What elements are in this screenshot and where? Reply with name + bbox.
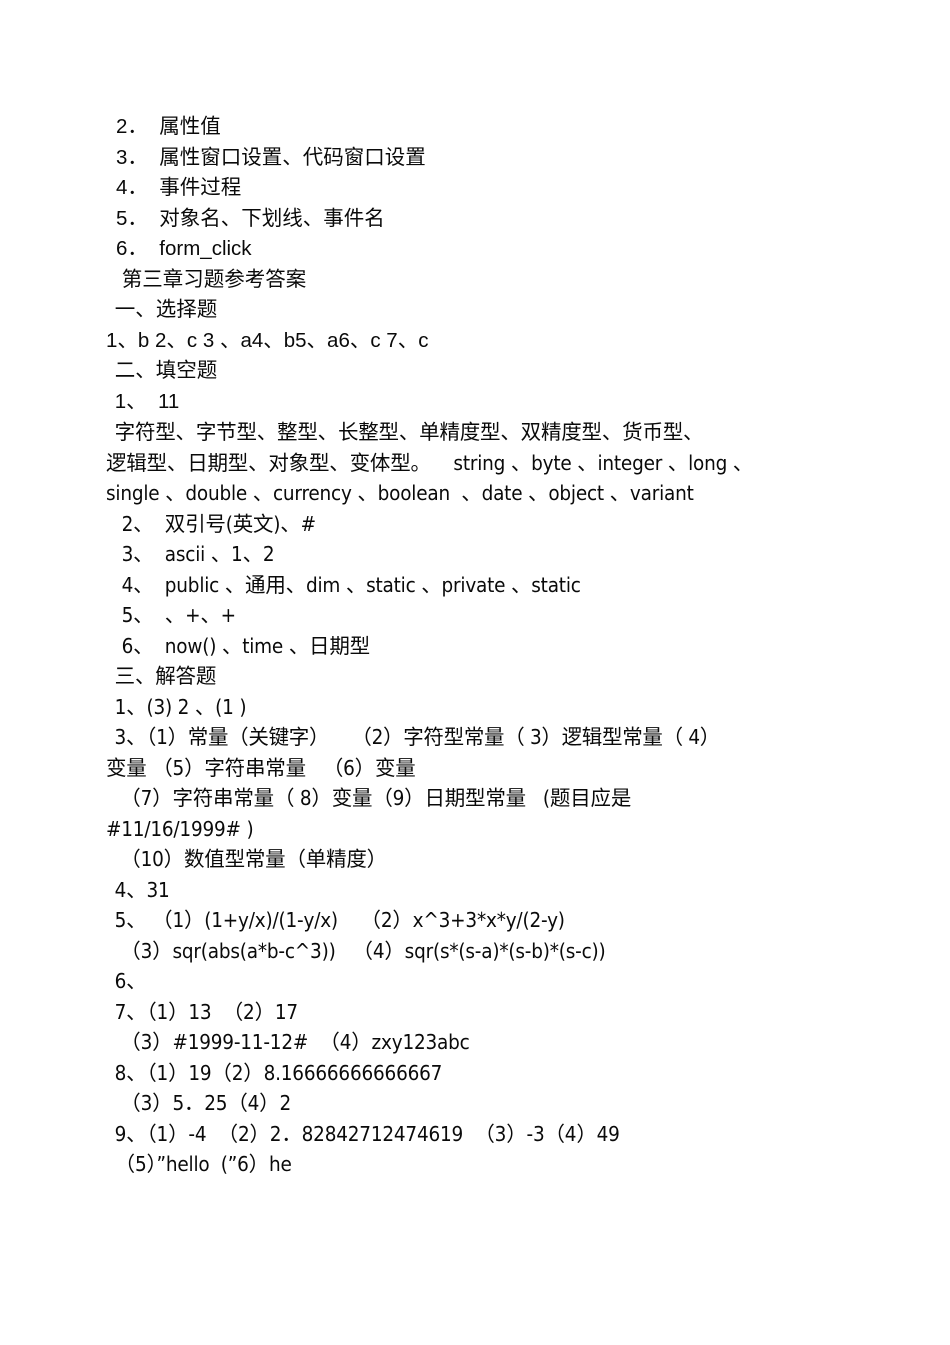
essay-answer-5-line-1: 5、 （1）(1+y/x)/(1-y/x) （2）x^3+3*x*y/(2-y): [109, 908, 565, 932]
fill-blank-5: 5、 、+、+: [116, 603, 236, 627]
section-heading-essay: 三、解答题: [109, 664, 217, 688]
essay-answer-3-line-1: 3、（1）常量（关键字） （2）字符型常量（ 3）逻辑型常量（ 4）: [109, 725, 721, 749]
essay-answer-6: 6、: [109, 969, 147, 993]
data-types-english-line: single 、double 、currency 、boolean 、date …: [106, 481, 694, 505]
essay-answer-7-line-1: 7、（1）13 （2）17: [109, 999, 298, 1024]
answer-line-ch2-6: 6． form_click: [116, 237, 252, 260]
essay-answer-4: 4、31: [109, 877, 170, 902]
data-types-chinese-line-2: 逻辑型、日期型、对象型、变体型。 string 、byte 、integer 、…: [106, 450, 754, 475]
essay-answer-5-line-2: （3）sqr(abs(a*b-c^3)) （4）sqr(s*(s-a)*(s-b…: [109, 938, 606, 963]
fill-blank-6: 6、 now() 、time 、日期型: [116, 633, 370, 658]
fill-blank-1: 1、 11: [109, 389, 180, 413]
document-text-body: 2． 属性值 3． 属性窗口设置、代码窗口设置 4． 事件过程 5． 对象名、下…: [106, 112, 906, 1180]
fill-blank-2: 2、 双引号(英文)、#: [116, 511, 316, 536]
answer-line-ch2-5: 5． 对象名、下划线、事件名: [116, 206, 385, 230]
chapter3-heading: 第三章习题参考答案: [116, 267, 307, 291]
answer-line-ch2-2: 2． 属性值: [116, 115, 221, 138]
section-heading-choice: 一、选择题: [109, 298, 218, 321]
essay-answer-3-line-2: 变量 （5）字符串常量 （6）变量: [106, 755, 416, 780]
data-types-chinese-line-1: 字符型、字节型、整型、长整型、单精度型、双精度型、货币型、: [109, 420, 704, 444]
essay-answer-9-line-1: 9、（1）-4 （2）2．82842712474619 （3）-3（4）49: [109, 1121, 620, 1146]
essay-answer-7-line-2: （3）#1999-11-12# （4）zxy123abc: [109, 1030, 470, 1054]
choice-answers-row: 1、b 2、c 3 、a4、b5、a6、c 7、c: [106, 328, 429, 352]
fill-blank-4: 4、 public 、通用、dim 、static 、private 、stat…: [116, 572, 581, 597]
document-page: 2． 属性值 3． 属性窗口设置、代码窗口设置 4． 事件过程 5． 对象名、下…: [0, 0, 950, 1345]
section-heading-fill-blank: 二、填空题: [109, 359, 218, 382]
essay-answer-8-line-1: 8、（1）19（2）8.16666666666667: [109, 1060, 443, 1085]
essay-answer-1: 1、(3) 2 、(1 ): [109, 694, 247, 719]
essay-answer-3-line-3: （7）字符串常量（ 8）变量（9）日期型常量 (题目应是: [109, 786, 632, 810]
answer-line-ch2-3: 3． 属性窗口设置、代码窗口设置: [116, 145, 426, 169]
essay-answer-3-line-5: （10）数值型常量（单精度）: [109, 847, 387, 871]
fill-blank-3: 3、 ascii 、1、2: [116, 542, 275, 566]
essay-answer-9-line-2: （5）”hello (”6）he: [109, 1152, 292, 1176]
essay-answer-3-line-4: #11/16/1999# ): [106, 816, 254, 841]
essay-answer-8-line-2: （3）5．25（4）2: [109, 1091, 291, 1115]
answer-line-ch2-4: 4． 事件过程: [116, 176, 242, 199]
